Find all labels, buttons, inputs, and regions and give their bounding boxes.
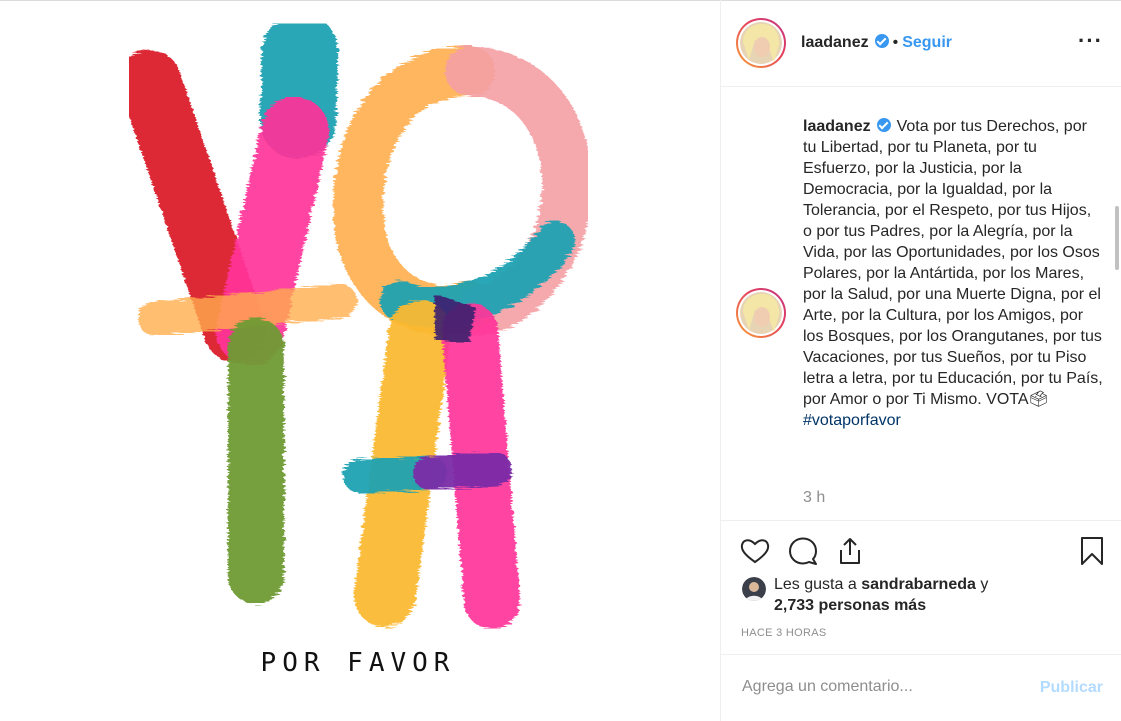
v-cross-stroke [138,284,357,336]
post-timestamp[interactable]: HACE 3 HORAS [741,627,827,639]
likes-conj: y [980,576,989,593]
caption-avatar[interactable] [736,288,786,338]
separator-dot: • [892,34,899,51]
post-image[interactable]: POR FAVOR [0,1,720,721]
verified-badge-icon [874,34,889,48]
vota-artwork: POR FAVOR [119,13,593,678]
more-options-icon[interactable]: ··· [1078,28,1103,54]
avatar-image [740,22,782,64]
post-sidebar: laadanez • Seguir ··· laadanez Vota por tus… [720,0,1121,721]
header-avatar[interactable] [736,18,786,68]
share-icon[interactable] [834,535,866,567]
like-heart-icon[interactable] [739,535,771,567]
v-left-stroke [119,50,266,362]
likes-user-link[interactable]: sandrabarneda [861,576,976,593]
comment-input[interactable] [740,677,994,697]
avatar-image [740,292,782,334]
comments-scrollbar[interactable] [1115,206,1119,270]
header-username[interactable]: laadanez [801,34,869,51]
a-cross-purple [413,452,512,490]
likes-count-link[interactable]: 2,733 personas más [774,597,926,614]
publish-button[interactable]: Publicar [1040,679,1103,697]
post-header: laadanez • Seguir ··· [721,0,1121,87]
verified-badge-icon [876,118,891,132]
caption-time: 3 h [803,489,826,506]
comments-area[interactable]: laadanez Vota por tus Derechos, por tu Li… [721,88,1121,520]
save-bookmark-icon[interactable] [1076,535,1108,567]
comment-icon[interactable] [787,535,819,567]
post-caption: laadanez Vota por tus Derechos, por tu Li… [803,116,1103,431]
hashtag-link[interactable]: #votaporfavor [803,412,901,429]
artwork-caption: POR FAVOR [261,648,456,678]
o-left-stroke [333,46,495,335]
header-user-row: laadanez • Seguir [801,34,952,52]
action-bar [721,520,1121,580]
follow-button[interactable]: Seguir [902,34,952,51]
caption-text: Vota por tus Derechos, por tu Libertad, … [803,118,1103,408]
comment-bar: Publicar [721,654,1121,721]
a-apex-stroke [435,294,476,341]
likes-summary: Les gusta a sandrabarneda y 2,733 person… [741,574,1111,616]
likes-prefix: Les gusta a [774,576,857,593]
caption-username[interactable]: laadanez [803,118,871,135]
